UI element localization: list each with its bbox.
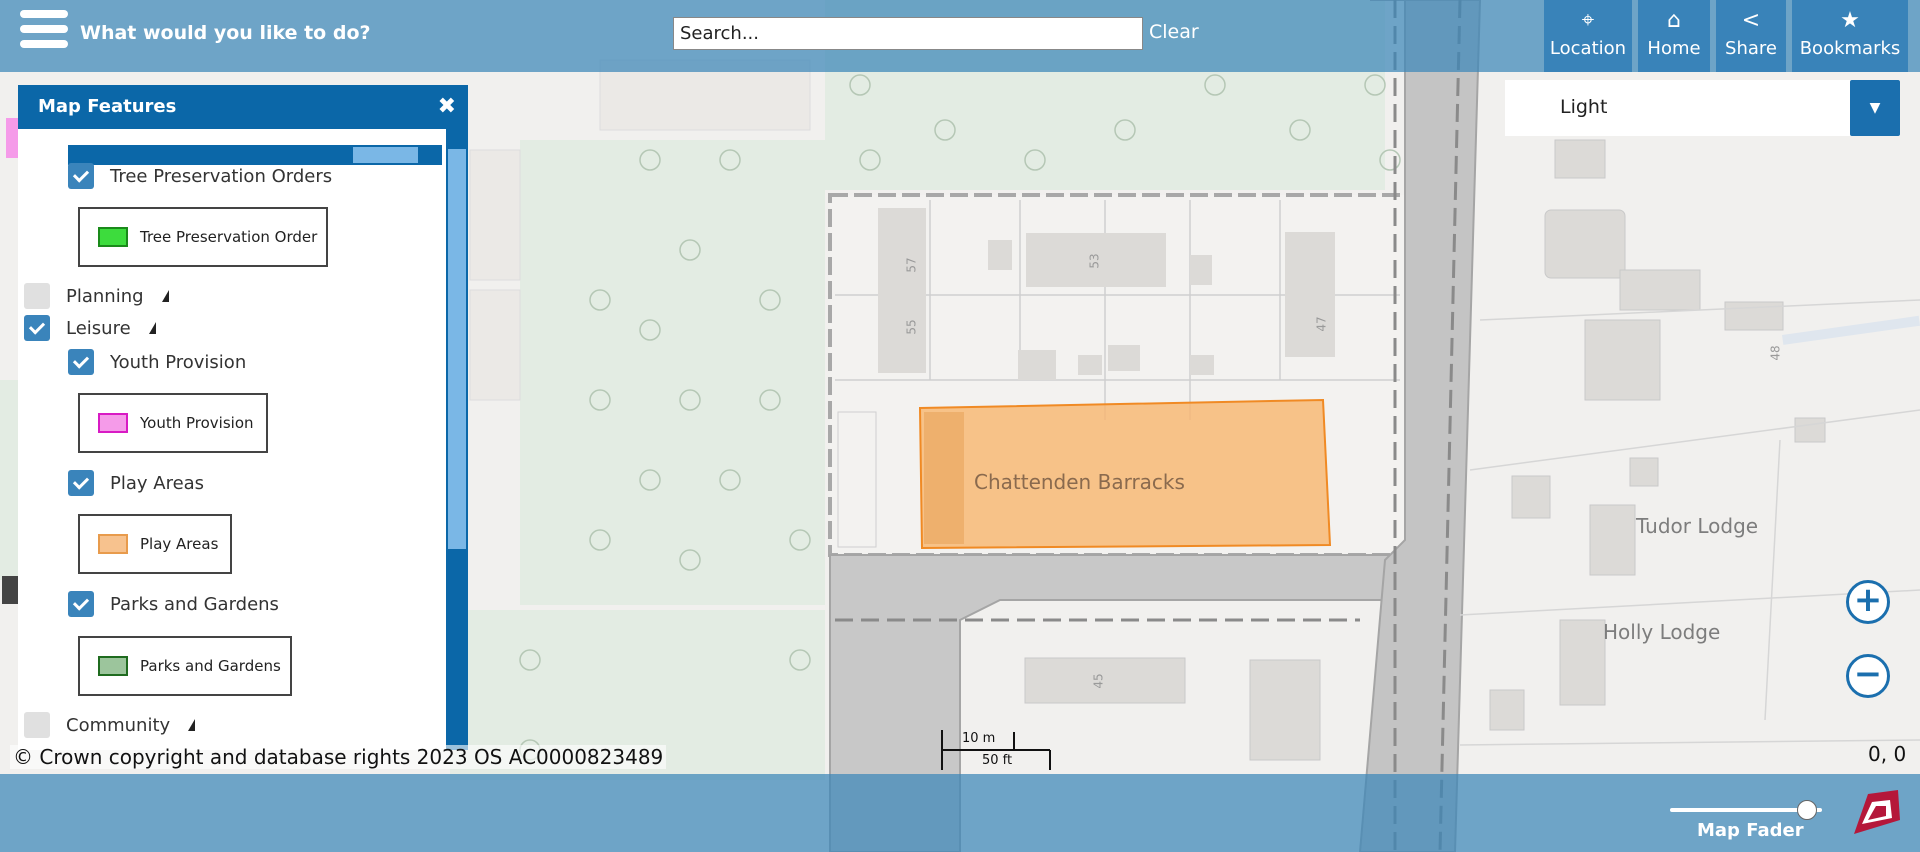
layer-youth-provision[interactable]: Youth Provision [68, 349, 246, 375]
layer-label: Tree Preservation Orders [110, 165, 333, 187]
home-button[interactable]: ⌂ Home [1638, 0, 1710, 72]
layer-tree-preservation-orders[interactable]: Tree Preservation Orders [68, 163, 332, 189]
scale-metric: 10 m [962, 731, 996, 746]
layer-play-areas[interactable]: Play Areas [68, 470, 204, 496]
house-number: 47 [1314, 316, 1329, 332]
crosshair-icon: ⌖ [1581, 8, 1595, 33]
checkbox[interactable] [68, 163, 94, 189]
layer-planning[interactable]: Planning [24, 283, 169, 309]
layer-label: Youth Provision [110, 351, 247, 373]
share-label: Share [1725, 38, 1777, 59]
legend-swatch [98, 227, 128, 247]
app-root: Chattenden Barracks Tudor Lodge Holly Lo… [0, 0, 1920, 852]
checkbox[interactable] [68, 470, 94, 496]
legend-label: Play Areas [140, 535, 219, 553]
share-button[interactable]: < Share [1716, 0, 1786, 72]
layer-parks-and-gardens[interactable]: Parks and Gardens [68, 591, 279, 617]
close-icon[interactable]: ✖ [438, 94, 456, 119]
layer-label: Community [66, 714, 171, 736]
layer-label: Parks and Gardens [110, 593, 279, 615]
layer-list: Tree Preservation Orders Tree Preservati… [18, 129, 446, 750]
bottom-bar [0, 774, 1920, 852]
layer-leisure[interactable]: Leisure [24, 315, 156, 341]
location-button[interactable]: ⌖ Location [1544, 0, 1632, 72]
layer-label: Planning [66, 285, 144, 307]
legend-play-areas: Play Areas [78, 514, 232, 574]
map-label-barracks: Chattenden Barracks [974, 470, 1185, 494]
expand-triangle-icon[interactable] [188, 719, 196, 731]
checkbox[interactable] [24, 315, 50, 341]
checkbox[interactable] [68, 591, 94, 617]
legend-swatch [98, 534, 128, 554]
checkbox[interactable] [24, 712, 50, 738]
clear-button[interactable]: Clear [1149, 21, 1199, 43]
map-fader-handle[interactable] [1796, 800, 1817, 820]
house-number: 48 [1768, 345, 1783, 361]
zoom-out-button[interactable]: − [1846, 654, 1890, 698]
expand-triangle-icon[interactable] [161, 290, 169, 302]
map-label-tudor-lodge: Tudor Lodge [1636, 514, 1759, 538]
basemap-selected-value: Light [1560, 96, 1608, 118]
scale-bar: 10 m 50 ft [940, 728, 1052, 772]
map-fader-label: Map Fader [1697, 820, 1804, 841]
checkbox[interactable] [24, 283, 50, 309]
legend-parks-and-gardens: Parks and Gardens [78, 636, 292, 696]
vertical-scrollbar[interactable] [446, 129, 468, 750]
legend-swatch [98, 656, 128, 676]
zoom-in-button[interactable]: + [1846, 580, 1890, 624]
hamburger-menu-icon[interactable] [20, 10, 68, 58]
panel-title: Map Features [38, 96, 177, 117]
house-number: 57 [904, 257, 919, 273]
legend-label: Tree Preservation Order [140, 228, 318, 246]
location-label: Location [1549, 38, 1627, 59]
legend-label: Parks and Gardens [140, 657, 281, 675]
home-icon: ⌂ [1667, 8, 1681, 33]
home-label: Home [1647, 38, 1701, 59]
layer-community[interactable]: Community [24, 712, 196, 738]
action-prompt[interactable]: What would you like to do? [80, 22, 371, 44]
scrollbar-thumb[interactable] [448, 149, 466, 549]
chevron-down-icon[interactable]: ▼ [1850, 80, 1900, 136]
coordinate-readout: 0, 0 [1868, 742, 1907, 766]
legend-youth-provision: Youth Provision [78, 393, 268, 453]
legend-label: Youth Provision [140, 414, 254, 432]
house-number: 45 [1091, 673, 1106, 689]
legend-tree-preservation-order: Tree Preservation Order [78, 207, 328, 267]
layer-label: Play Areas [110, 472, 205, 494]
map-attribution: © Crown copyright and database rights 20… [10, 745, 667, 769]
house-number: 53 [1087, 253, 1102, 269]
house-number: 55 [904, 319, 919, 335]
share-icon: < [1741, 8, 1761, 33]
checkbox[interactable] [68, 349, 94, 375]
council-logo-icon [1848, 784, 1904, 840]
legend-swatch [98, 413, 128, 433]
star-icon: ★ [1840, 8, 1860, 33]
basemap-select[interactable]: Light ▼ [1505, 80, 1900, 136]
bookmarks-label: Bookmarks [1799, 38, 1901, 59]
bookmarks-button[interactable]: ★ Bookmarks [1792, 0, 1908, 72]
horizontal-scrollbar[interactable] [68, 145, 442, 165]
layer-label: Leisure [66, 317, 131, 339]
expand-triangle-icon[interactable] [148, 322, 156, 334]
map-label-holly-lodge: Holly Lodge [1603, 620, 1721, 644]
search-input[interactable] [673, 17, 1143, 50]
map-features-panel: Map Features ✖ Tree Preservation Orders … [18, 85, 468, 750]
scale-imperial: 50 ft [982, 753, 1013, 768]
